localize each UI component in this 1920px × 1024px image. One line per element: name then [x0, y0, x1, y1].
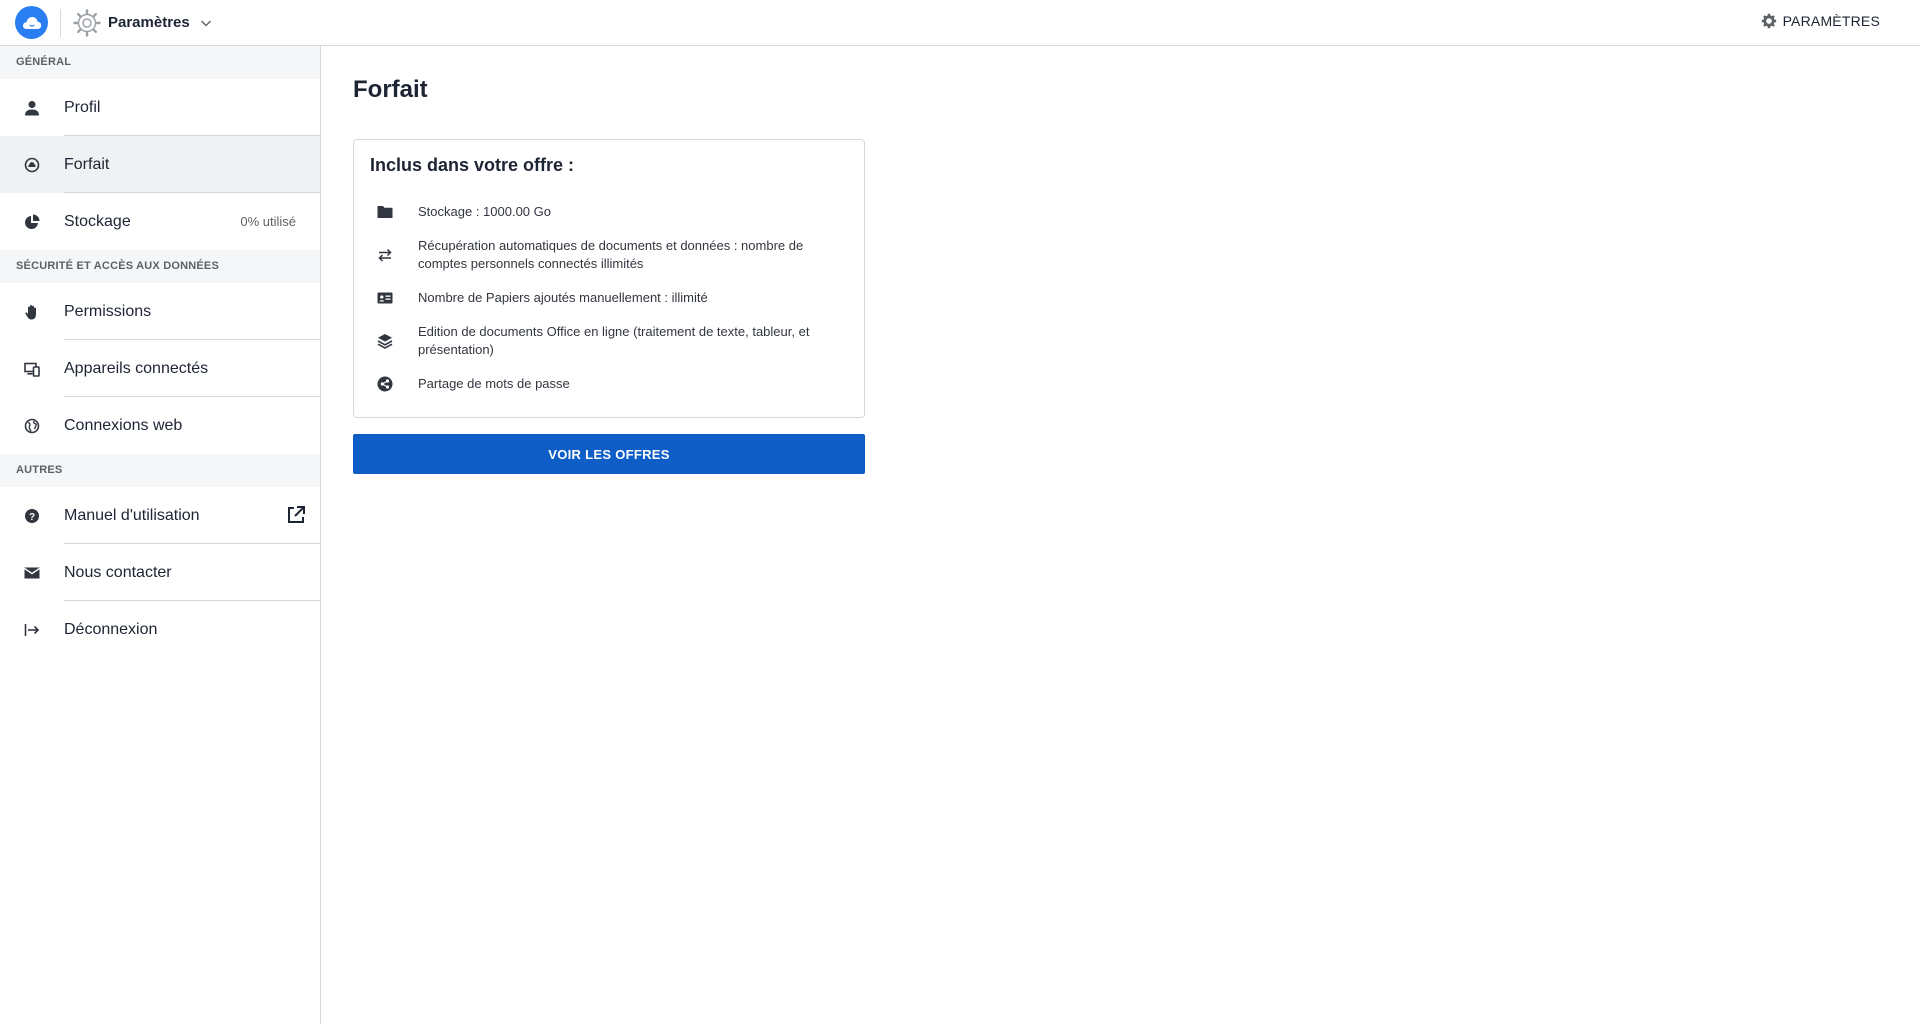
- sidebar-item-connexions[interactable]: Connexions web: [0, 397, 320, 454]
- section-security: SÉCURITÉ ET ACCÈS AUX DONNÉES: [0, 250, 320, 283]
- view-offers-button[interactable]: VOIR LES OFFRES: [353, 434, 865, 474]
- sidebar-item-contact[interactable]: Nous contacter: [0, 544, 320, 601]
- sidebar-item-stockage[interactable]: Stockage 0% utilisé: [0, 193, 320, 250]
- page-title: Forfait: [353, 76, 428, 103]
- sidebar-item-appareils[interactable]: Appareils connectés: [0, 340, 320, 397]
- svg-text:?: ?: [29, 512, 35, 523]
- logout-icon: [22, 620, 42, 640]
- id-card-icon: [376, 289, 394, 307]
- sidebar-item-deconnexion[interactable]: Déconnexion: [0, 601, 320, 658]
- person-icon: [22, 98, 42, 118]
- feature-text: Nombre de Papiers ajoutés manuellement :…: [418, 290, 708, 305]
- mail-icon: [22, 563, 42, 583]
- sidebar-item-label: Déconnexion: [64, 620, 158, 638]
- feature-text: Edition de documents Office en ligne (tr…: [418, 324, 810, 357]
- section-others: AUTRES: [0, 454, 320, 487]
- storage-usage: 0% utilisé: [240, 214, 296, 229]
- sidebar-item-profil[interactable]: Profil: [0, 79, 320, 136]
- topbar-divider: [60, 9, 61, 37]
- cloud-logo-icon[interactable]: [15, 6, 48, 39]
- sidebar-item-label: Manuel d'utilisation: [64, 506, 200, 524]
- sidebar: GÉNÉRAL Profil Forfait Stockage 0% utili…: [0, 46, 321, 1024]
- sidebar-item-label: Appareils connectés: [64, 359, 209, 377]
- sidebar-item-label: Profil: [64, 98, 101, 116]
- feature-item: Récupération automatiques de documents e…: [354, 237, 864, 273]
- feature-text: Stockage : 1000.00 Go: [418, 204, 551, 219]
- feature-item: Nombre de Papiers ajoutés manuellement :…: [354, 289, 864, 307]
- sidebar-item-manuel[interactable]: ? Manuel d'utilisation: [0, 487, 320, 544]
- chevron-down-icon: [200, 20, 211, 26]
- section-general: GÉNÉRAL: [0, 46, 320, 79]
- sidebar-item-label: Forfait: [64, 155, 110, 173]
- feature-item: Stockage : 1000.00 Go: [354, 203, 864, 221]
- sidebar-item-label: Permissions: [64, 302, 152, 320]
- plan-icon: [22, 155, 42, 175]
- app-switcher[interactable]: Paramètres: [108, 14, 212, 31]
- share-icon: [376, 375, 394, 393]
- sidebar-item-permissions[interactable]: Permissions: [0, 283, 320, 340]
- help-icon: ?: [22, 506, 42, 526]
- feature-item: Edition de documents Office en ligne (tr…: [354, 323, 864, 359]
- external-link-icon: [286, 505, 306, 525]
- folder-icon: [376, 203, 394, 221]
- settings-gear-icon: [72, 8, 102, 38]
- feature-item: Partage de mots de passe: [354, 375, 864, 393]
- plan-card: Inclus dans votre offre : Stockage : 100…: [353, 139, 865, 418]
- hand-icon: [22, 302, 42, 322]
- sidebar-item-label: Stockage: [64, 212, 131, 230]
- top-bar: Paramètres PARAMÈTRES: [0, 0, 1920, 46]
- sidebar-item-label: Nous contacter: [64, 563, 172, 581]
- card-title: Inclus dans votre offre :: [370, 155, 575, 175]
- sidebar-item-forfait[interactable]: Forfait: [0, 136, 320, 193]
- feature-text: Récupération automatiques de documents e…: [418, 238, 804, 271]
- feature-text: Partage de mots de passe: [418, 376, 570, 391]
- settings-link-label: PARAMÈTRES: [1782, 13, 1880, 29]
- sync-icon: [376, 246, 394, 264]
- app-title: Paramètres: [108, 14, 190, 31]
- settings-link[interactable]: PARAMÈTRES: [1761, 13, 1880, 29]
- devices-icon: [22, 359, 42, 379]
- layers-icon: [376, 332, 394, 350]
- sidebar-item-label: Connexions web: [64, 416, 183, 434]
- pie-chart-icon: [22, 212, 42, 232]
- globe-icon: [22, 416, 42, 436]
- gear-icon: [1761, 13, 1776, 29]
